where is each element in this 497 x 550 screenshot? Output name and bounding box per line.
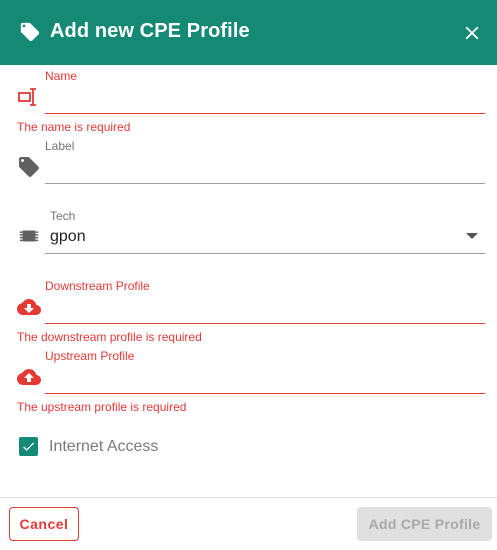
chevron-down-icon[interactable] [466,233,478,241]
tech-label: Tech [50,209,76,223]
upstream-label: Upstream Profile [45,349,135,363]
chip-icon [19,230,39,242]
close-icon[interactable] [461,22,483,44]
downstream-input[interactable] [45,323,485,324]
downstream-label: Downstream Profile [45,279,150,293]
upstream-error: The upstream profile is required [17,400,187,414]
cloud-download-icon [17,299,41,315]
tag-icon [19,157,39,177]
label-input[interactable] [45,183,485,184]
name-input[interactable] [45,113,485,114]
footer-divider [0,497,497,498]
check-icon [23,442,35,451]
dialog-title: Add new CPE Profile [50,20,250,42]
downstream-error: The downstream profile is required [17,330,202,344]
tag-icon [20,22,40,42]
cloud-upload-icon [17,369,41,385]
name-label: Name [45,69,78,83]
add-cpe-profile-button[interactable]: Add CPE Profile [357,507,492,541]
name-error: The name is required [17,120,131,134]
label-label: Label [45,139,75,153]
input-cursor-icon [18,88,36,106]
tech-input-line [45,253,485,254]
internet-access-label[interactable]: Internet Access [49,438,158,456]
internet-access-checkbox[interactable] [19,437,38,456]
upstream-input[interactable] [45,393,485,394]
tech-value: gpon [50,228,86,245]
cancel-button[interactable]: Cancel [9,507,79,541]
dialog-header: Add new CPE Profile [0,0,497,65]
